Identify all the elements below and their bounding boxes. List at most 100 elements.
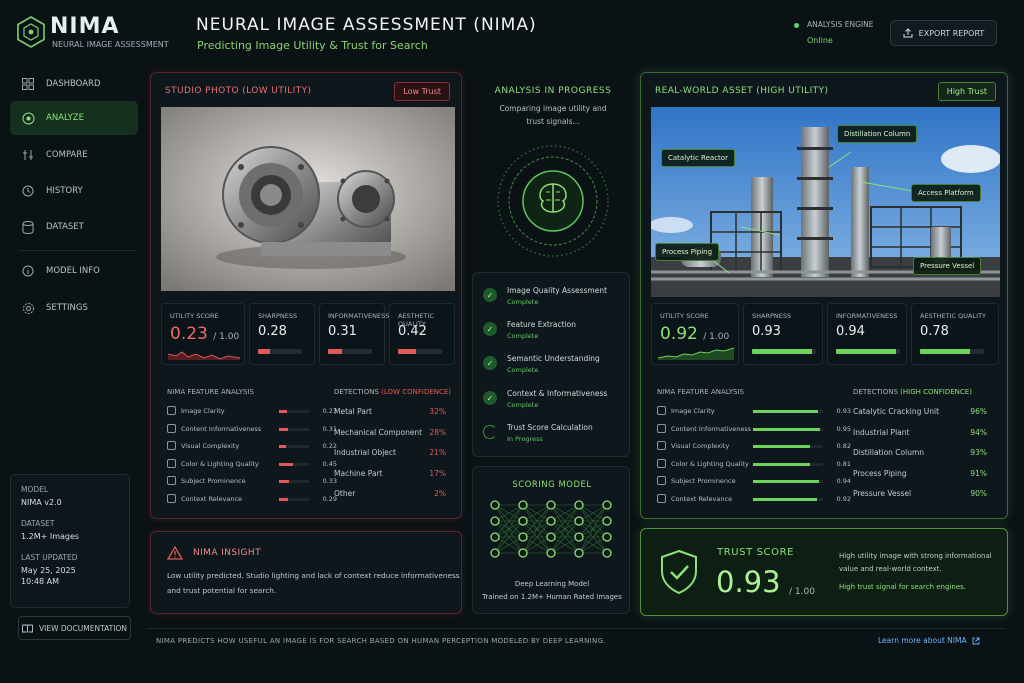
feature-icon xyxy=(657,441,666,450)
sharpness-metric: SHARPNESS 0.28 xyxy=(249,303,315,365)
feature-row: Subject Prominence 0.94 xyxy=(657,475,851,489)
updated-time: 10:48 AM xyxy=(21,577,59,586)
analysis-title: ANALYSIS IN PROGRESS xyxy=(494,86,612,96)
utility-sparkline xyxy=(658,347,734,360)
detection-name: Mechanical Component xyxy=(334,427,423,437)
sharpness-bar xyxy=(752,349,816,354)
detection-row: Catalytic Cracking Unit 96% xyxy=(853,407,987,421)
feature-name: Image Clarity xyxy=(671,407,715,415)
metric-label: SHARPNESS xyxy=(752,312,792,320)
export-report-button[interactable]: EXPORT REPORT xyxy=(890,20,997,46)
step-trust-score: Trust Score Calculation In Progress xyxy=(483,423,623,455)
sidebar-item-dashboard[interactable]: DASHBOARD xyxy=(10,67,138,101)
sidebar-item-model-info[interactable]: MODEL INFO xyxy=(10,254,138,288)
feature-analysis-title: NIMA FEATURE ANALYSIS xyxy=(657,388,744,396)
learn-more-label: Learn more about NIMA xyxy=(878,636,967,645)
analysis-progress-panel: ANALYSIS IN PROGRESS Comparing image uti… xyxy=(472,72,634,267)
sidebar-item-settings[interactable]: SETTINGS xyxy=(10,291,138,325)
detection-percent: 94% xyxy=(970,427,987,437)
sharpness-metric: SHARPNESS 0.93 xyxy=(743,303,823,365)
feature-row: Context Relevance 0.92 xyxy=(657,493,851,507)
step-image-quality: ✓ Image Quality Assessment Complete xyxy=(483,286,623,318)
sidebar-item-history[interactable]: HISTORY xyxy=(10,174,138,208)
learn-more-link[interactable]: Learn more about NIMA xyxy=(878,636,980,645)
real-world-asset-card: REAL-WORLD ASSET (HIGH UTILITY) High Tru… xyxy=(640,72,1008,519)
aesthetic-quality-metric: AESTHETIC QUALITY 0.78 xyxy=(911,303,999,365)
updated-date: May 25, 2025 xyxy=(21,566,76,575)
sidebar-item-label: MODEL INFO xyxy=(46,266,100,276)
feature-analysis-title: NIMA FEATURE ANALYSIS xyxy=(167,388,254,396)
detection-row: Mechanical Component 28% xyxy=(334,428,446,442)
informativeness-bar xyxy=(836,349,900,354)
feature-row: Color & Lighting Quality 0.81 xyxy=(657,458,851,472)
trust-score-card: TRUST SCORE 0.93 / 1.00 High utility ima… xyxy=(640,528,1008,616)
feature-bar xyxy=(279,445,309,448)
feature-row: Context Relevance 0.29 xyxy=(167,493,337,507)
step-semantic: ✓ Semantic Understanding Complete xyxy=(483,354,623,386)
insight-line1: Low utility predicted. Studio lighting a… xyxy=(167,571,460,580)
check-icon: ✓ xyxy=(483,322,497,336)
feature-name: Image Clarity xyxy=(181,407,225,415)
feature-bar xyxy=(753,480,823,483)
detection-name: Industrial Plant xyxy=(853,427,910,437)
detection-percent: 2% xyxy=(434,489,446,498)
utility-sparkline xyxy=(168,351,240,360)
utility-score-value: 0.92 / 1.00 xyxy=(660,324,730,344)
check-icon: ✓ xyxy=(483,356,497,370)
page-title: NEURAL IMAGE ASSESSMENT (NIMA) xyxy=(196,15,537,35)
studio-photo-card: STUDIO PHOTO (LOW UTILITY) Low Trust UTI… xyxy=(150,72,462,519)
feature-name: Subject Prominence xyxy=(671,477,736,485)
feature-name: Color & Lighting Quality xyxy=(181,459,259,468)
detection-row: Machine Part 17% xyxy=(334,469,446,483)
warning-icon xyxy=(167,546,183,560)
detection-row: Industrial Object 21% xyxy=(334,448,446,462)
insight-title: NIMA INSIGHT xyxy=(193,548,261,558)
detection-row: Process Piping 91% xyxy=(853,469,987,483)
detection-percent: 32% xyxy=(429,407,446,416)
low-trust-badge: Low Trust xyxy=(394,82,450,101)
informativeness-bar xyxy=(328,349,372,354)
detection-percent: 91% xyxy=(970,468,987,478)
detection-row: Industrial Plant 94% xyxy=(853,428,987,442)
feature-bar xyxy=(753,410,823,413)
info-icon xyxy=(20,263,36,279)
sidebar-item-label: DASHBOARD xyxy=(46,79,101,89)
neural-network-icon xyxy=(490,500,612,558)
detection-percent: 96% xyxy=(970,407,987,416)
feature-row: Visual Complexity 0.22 xyxy=(167,440,337,454)
trust-score-label: TRUST SCORE xyxy=(717,547,795,558)
feature-name: Content Informativeness xyxy=(181,424,262,433)
step-name: Image Quality Assessment xyxy=(507,286,608,295)
metric-label: INFORMATIVENESS xyxy=(836,312,898,320)
feature-value: 0.81 xyxy=(836,459,851,468)
feature-bar xyxy=(279,427,309,431)
documentation-label: VIEW DOCUMENTATION xyxy=(39,623,127,633)
scoring-sub2: Trained on 1.2M+ Human Rated Images xyxy=(482,593,622,601)
aesthetic-quality-metric: AESTHETIC QUALITY 0.42 xyxy=(389,303,455,365)
sidebar-item-dataset[interactable]: DATASET xyxy=(10,210,138,244)
callout-distillation-column: Distillation Column xyxy=(837,125,918,143)
status-dot-icon xyxy=(794,23,799,28)
detection-percent: 28% xyxy=(429,427,446,437)
target-icon xyxy=(20,110,36,126)
feature-value: 0.94 xyxy=(836,477,851,485)
view-documentation-button[interactable]: VIEW DOCUMENTATION xyxy=(18,616,131,640)
engine-status: ANALYSIS ENGINE Online xyxy=(784,18,884,54)
sidebar-item-analyze[interactable]: ANALYZE xyxy=(10,101,138,135)
trust-highlight: High trust signal for search engines. xyxy=(839,583,966,591)
card-title: REAL-WORLD ASSET (HIGH UTILITY) xyxy=(655,86,829,96)
export-icon xyxy=(903,28,913,38)
metric-value: 0.42 xyxy=(398,324,427,339)
trust-score-max: / 1.00 xyxy=(789,587,815,597)
sidebar-item-compare[interactable]: COMPARE xyxy=(10,138,138,172)
feature-bar xyxy=(753,445,823,448)
utility-score-value: 0.23 / 1.00 xyxy=(170,324,240,344)
feature-icon xyxy=(167,423,176,433)
step-name: Feature Extraction xyxy=(507,320,577,329)
utility-score-label: UTILITY SCORE xyxy=(170,312,219,320)
feature-bar xyxy=(753,462,823,466)
nima-insight-card: NIMA INSIGHT Low utility predicted. Stud… xyxy=(150,531,462,614)
detection-row: Pressure Vessel 90% xyxy=(853,489,987,503)
model-info-panel: MODEL NIMA v2.0 DATASET 1.2M+ Images LAS… xyxy=(10,474,130,608)
shield-check-icon xyxy=(661,549,697,595)
